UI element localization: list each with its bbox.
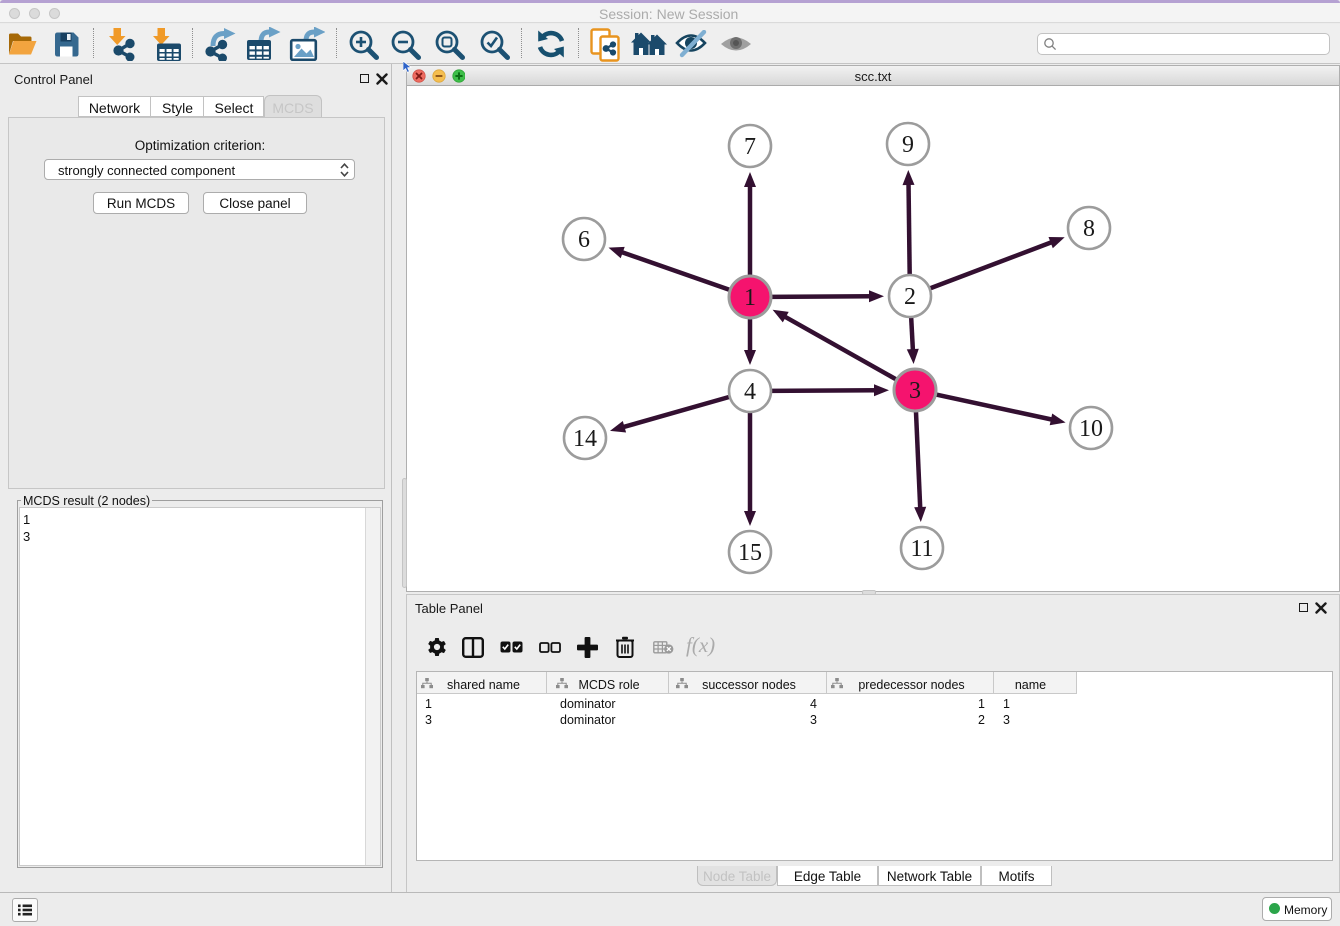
svg-text:14: 14 xyxy=(573,426,597,452)
svg-text:2: 2 xyxy=(904,284,916,310)
svg-text:4: 4 xyxy=(744,379,756,405)
svg-text:9: 9 xyxy=(902,132,914,158)
svg-text:7: 7 xyxy=(744,134,756,160)
svg-text:11: 11 xyxy=(910,536,933,562)
svg-text:10: 10 xyxy=(1079,416,1103,442)
svg-text:1: 1 xyxy=(744,285,756,311)
svg-text:15: 15 xyxy=(738,540,762,566)
svg-text:8: 8 xyxy=(1083,216,1095,242)
svg-text:6: 6 xyxy=(578,227,590,253)
svg-text:3: 3 xyxy=(909,378,921,404)
